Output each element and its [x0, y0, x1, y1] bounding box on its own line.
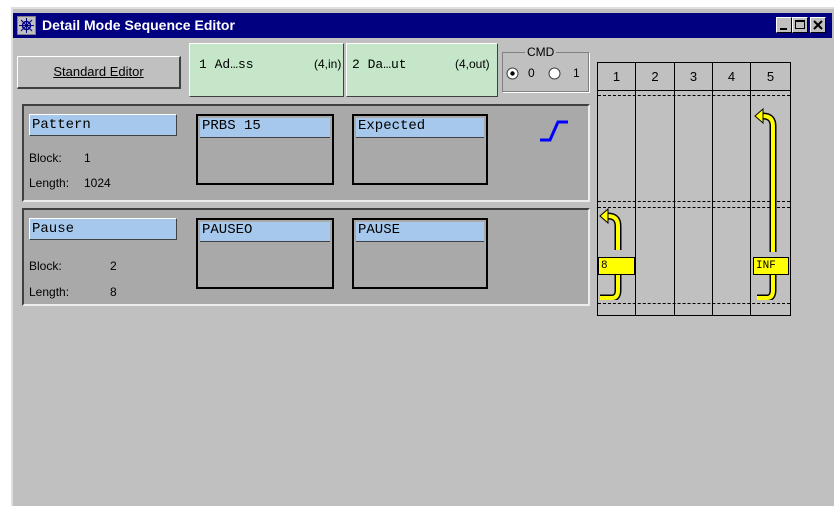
block-2-slot-1-label: PAUSEO	[200, 222, 330, 242]
block-2-block-value: 2	[110, 259, 117, 273]
loop-1-count[interactable]: 8	[598, 257, 635, 275]
block-2-slot-1[interactable]: PAUSEO	[196, 218, 334, 289]
maximize-button[interactable]	[792, 17, 808, 33]
block-1-length-label: Length:	[29, 176, 70, 190]
grid-column-1-header[interactable]: 1	[598, 64, 635, 90]
standard-editor-button[interactable]: Standard Editor	[17, 56, 181, 89]
radio-selected-icon	[506, 67, 519, 80]
block-1-length-value: 1024	[84, 176, 111, 190]
block-2-length-label: Length:	[29, 285, 70, 299]
block-1-block-label: Block:	[29, 151, 62, 165]
radio-unselected-icon	[548, 67, 561, 80]
close-button[interactable]	[810, 17, 826, 33]
app-glyph-icon	[19, 18, 34, 33]
block-2-length-value: 8	[110, 285, 117, 299]
block-1-slot-2-label: Expected	[356, 118, 484, 138]
block-1-name[interactable]: Pattern	[29, 114, 177, 136]
close-icon	[813, 20, 823, 30]
grid-column-5-header[interactable]: 5	[751, 64, 790, 90]
grid-row-boundary	[598, 303, 790, 304]
cmd-option-1-label: 1	[573, 66, 580, 80]
cmd-option-1[interactable]: 1	[548, 66, 588, 82]
edge-trigger-icon[interactable]	[538, 118, 570, 144]
cmd-option-0[interactable]: 0	[506, 66, 546, 82]
port-1-info: (4,in)	[314, 57, 342, 71]
block-1-slot-1[interactable]: PRBS 15	[196, 114, 334, 185]
grid-column-4-header[interactable]: 4	[713, 64, 750, 90]
minimize-icon	[780, 28, 787, 30]
port-2-name: 2 Da…ut	[352, 57, 407, 72]
block-2-slot-2-label: PAUSE	[356, 222, 484, 242]
grid-divider	[712, 62, 713, 316]
port-1-name: 1 Ad…ss	[199, 57, 254, 72]
port-2-button[interactable]: 2 Da…ut (4,out)	[346, 43, 498, 97]
block-1-slot-1-label: PRBS 15	[200, 118, 330, 138]
minimize-button[interactable]	[776, 17, 792, 33]
grid-header-separator	[598, 90, 790, 91]
standard-editor-label: Standard Editor	[53, 64, 144, 79]
grid-column-2-header[interactable]: 2	[636, 64, 674, 90]
block-2-name[interactable]: Pause	[29, 218, 177, 240]
maximize-icon	[795, 20, 805, 29]
loop-1-arrow-icon[interactable]	[598, 206, 634, 300]
cmd-option-0-label: 0	[528, 66, 535, 80]
block-2-slot-2[interactable]: PAUSE	[352, 218, 488, 289]
window-title: Detail Mode Sequence Editor	[42, 17, 235, 33]
loop-2-count[interactable]: INF	[753, 257, 789, 275]
grid-divider	[674, 62, 675, 316]
port-1-button[interactable]: 1 Ad…ss (4,in)	[189, 43, 344, 97]
port-2-info: (4,out)	[455, 57, 490, 71]
app-icon[interactable]	[17, 16, 36, 35]
block-1-block-value: 1	[84, 151, 91, 165]
cmd-label: CMD	[525, 45, 557, 59]
block-1-slot-2[interactable]: Expected	[352, 114, 488, 185]
grid-column-3-header[interactable]: 3	[675, 64, 712, 90]
grid-divider	[635, 62, 636, 316]
block-2-block-label: Block:	[29, 259, 62, 273]
grid-row-boundary	[598, 95, 790, 96]
